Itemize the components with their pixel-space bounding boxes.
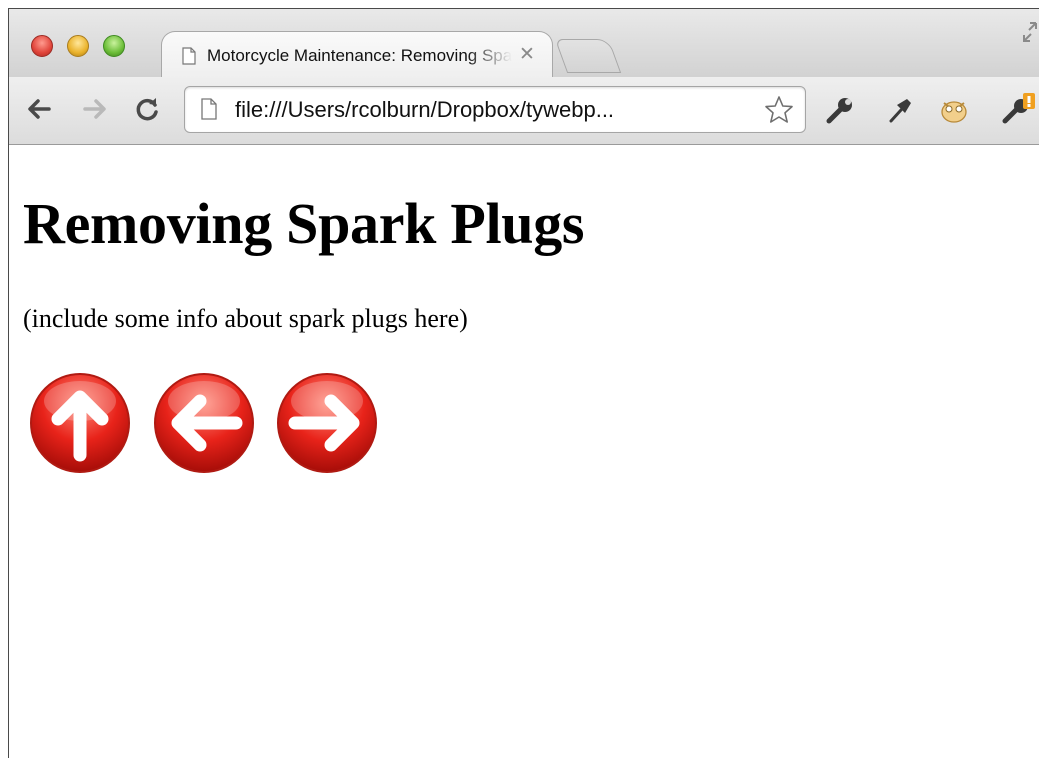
right-arrow-icon[interactable] [275, 371, 379, 475]
fullscreen-icon[interactable] [1020, 21, 1039, 43]
tab-strip: Motorcycle Maintenance: Removing Spark P… [9, 9, 1039, 78]
reload-icon[interactable] [133, 95, 161, 123]
browser-window: Motorcycle Maintenance: Removing Spark P… [8, 8, 1039, 758]
left-arrow-icon[interactable] [152, 371, 256, 475]
address-bar[interactable]: file:///Users/rcolburn/Dropbox/tywebp... [184, 86, 806, 133]
up-arrow-icon[interactable] [28, 371, 132, 475]
forward-arrow-icon[interactable] [81, 95, 109, 123]
toolbar: file:///Users/rcolburn/Dropbox/tywebp... [9, 77, 1039, 145]
tab-close-icon[interactable]: ✕ [519, 43, 535, 67]
page-icon [201, 98, 217, 120]
back-arrow-icon[interactable] [25, 95, 53, 123]
close-window-button[interactable] [31, 35, 53, 57]
address-bar-url[interactable]: file:///Users/rcolburn/Dropbox/tywebp... [235, 96, 614, 124]
bookmark-star-icon[interactable] [763, 94, 795, 126]
wrench-extension-icon[interactable] [823, 93, 857, 127]
minimize-window-button[interactable] [67, 35, 89, 57]
new-tab-button[interactable] [554, 39, 622, 73]
page-paragraph: (include some info about spark plugs her… [23, 304, 468, 333]
owl-extension-icon[interactable] [937, 93, 971, 127]
page-heading: Removing Spark Plugs [23, 191, 585, 256]
page-icon [182, 47, 196, 65]
settings-wrench-icon[interactable] [1001, 93, 1035, 127]
page-content: Removing Spark Plugs (include some info … [9, 145, 1039, 758]
pin-extension-icon[interactable] [883, 93, 917, 127]
tab-title: Motorcycle Maintenance: Removing Spark P… [207, 46, 512, 65]
zoom-window-button[interactable] [103, 35, 125, 57]
tab-active[interactable]: Motorcycle Maintenance: Removing Spark P… [161, 31, 553, 78]
